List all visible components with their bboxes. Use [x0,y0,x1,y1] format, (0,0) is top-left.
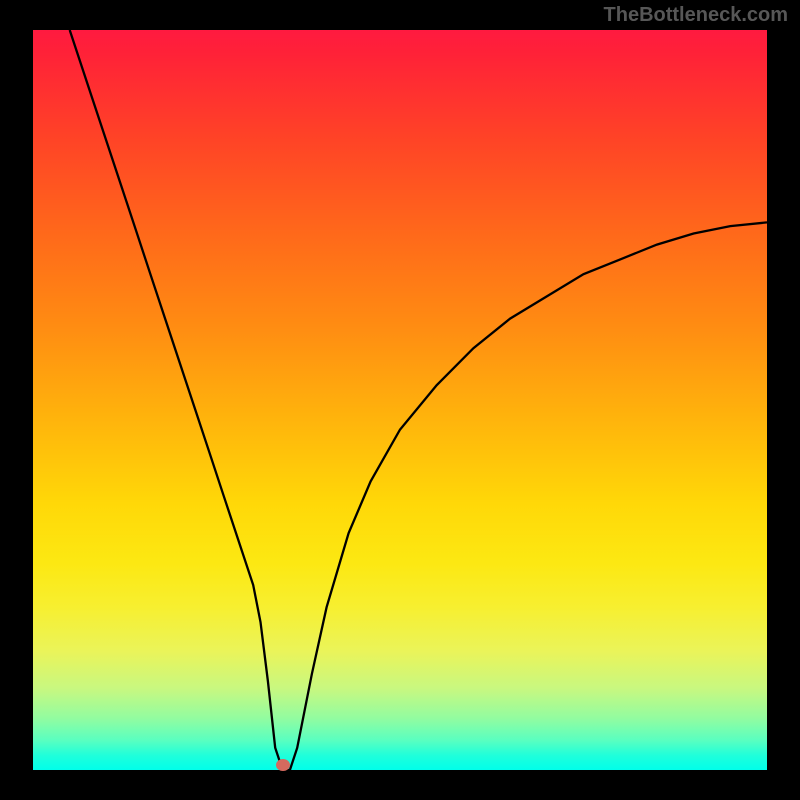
bottleneck-curve [33,30,767,770]
watermark-text: TheBottleneck.com [604,4,788,27]
bottleneck-marker [276,759,290,771]
chart-container: TheBottleneck.com [0,0,800,800]
